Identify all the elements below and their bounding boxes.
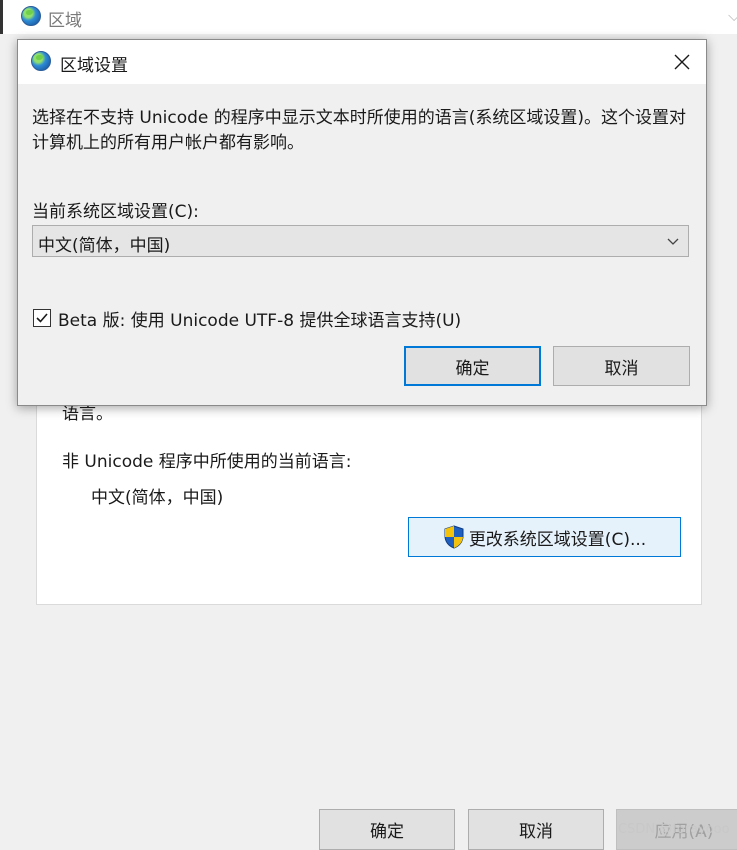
shield-icon [444,525,464,549]
minimize-partial[interactable]: ⌵ [728,6,737,26]
background-window-title: 区域 [48,11,82,31]
system-locale-select[interactable]: 中文(简体，中国) [32,225,689,257]
watermark: CSDN @forayooo [618,822,730,837]
chevron-down-icon [667,238,679,245]
background-cancel-button[interactable]: 取消 [468,809,604,850]
change-system-locale-label: 更改系统区域设置(C)... [468,529,647,550]
beta-utf8-label[interactable]: Beta 版: 使用 Unicode UTF-8 提供全球语言支持(U) [58,306,461,331]
current-language-label: 非 Unicode 程序中所使用的当前语言: [62,452,352,472]
locale-label: 当前系统区域设置(C): [32,202,199,222]
dialog-description: 选择在不支持 Unicode 的程序中显示文本时所使用的语言(系统区域设置)。这… [32,108,687,153]
window-edge [0,0,3,34]
dialog-title: 区域设置 [60,56,128,76]
checkmark-icon [36,313,48,323]
system-locale-selected: 中文(简体，中国) [38,236,171,256]
background-ok-button[interactable]: 确定 [319,809,455,850]
dialog-cancel-button[interactable]: 取消 [553,346,690,386]
region-settings-dialog: 区域设置 选择在不支持 Unicode 的程序中显示文本时所使用的语言(系统区域… [17,39,707,406]
change-system-locale-button[interactable]: 更改系统区域设置(C)... [408,517,681,557]
globe-icon [31,51,51,71]
close-icon[interactable] [668,48,696,76]
dialog-ok-button[interactable]: 确定 [404,346,541,386]
background-title-bar [0,0,737,34]
current-language-value: 中文(简体，中国) [91,488,224,508]
beta-utf8-checkbox[interactable] [33,309,51,327]
globe-icon [21,6,41,26]
